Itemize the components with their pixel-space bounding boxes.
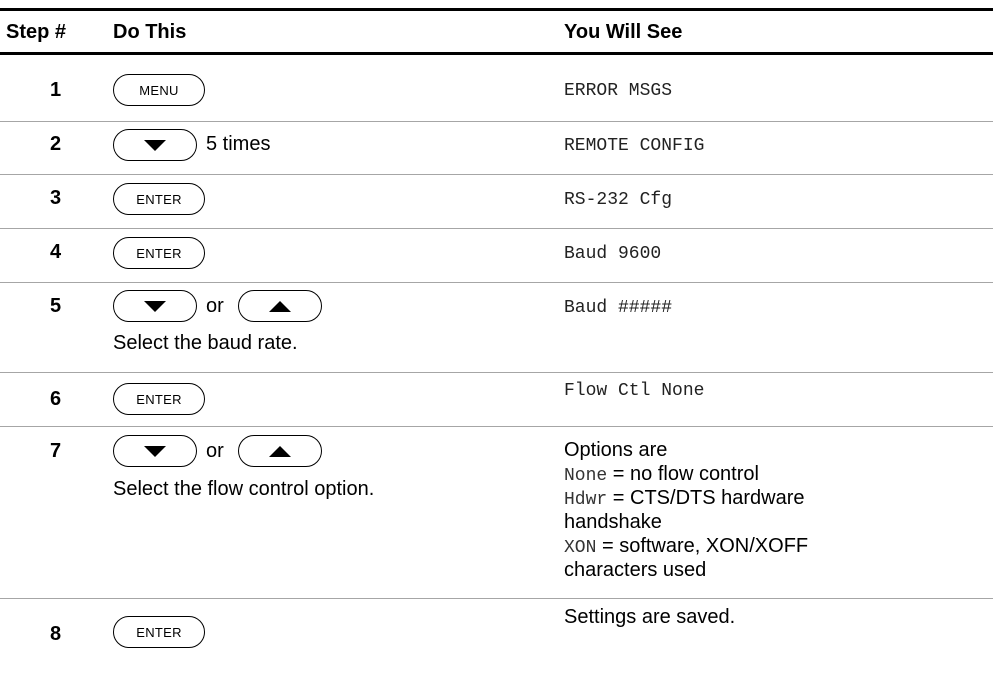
or-text: or — [206, 440, 224, 462]
enter-key-button[interactable]: ENTER — [113, 237, 205, 269]
down-arrow-key-button[interactable] — [113, 129, 197, 161]
menu-key-button[interactable]: MENU — [113, 74, 205, 106]
up-arrow-icon — [269, 300, 291, 312]
up-arrow-key-button[interactable] — [238, 290, 322, 322]
option-line: handshake — [564, 510, 662, 534]
option-code: XON — [564, 538, 597, 558]
repeat-count: 5 times — [206, 133, 271, 155]
step-number: 1 — [50, 79, 62, 101]
option-code: None — [564, 466, 608, 486]
row-divider — [0, 174, 993, 175]
instruction-text: Select the baud rate. — [113, 332, 298, 354]
option-line: XON = software, XON/XOFF — [564, 534, 808, 560]
step-number: 5 — [50, 295, 62, 317]
step-number: 2 — [50, 133, 62, 155]
down-arrow-key-button[interactable] — [113, 290, 197, 322]
row-divider — [0, 426, 993, 427]
table-top-rule — [0, 8, 993, 11]
option-desc: handshake — [564, 511, 662, 533]
down-arrow-icon — [144, 300, 166, 312]
down-arrow-icon — [144, 139, 166, 151]
row-divider — [0, 598, 993, 599]
step-number: 6 — [50, 388, 62, 410]
enter-key-button[interactable]: ENTER — [113, 183, 205, 215]
down-arrow-key-button[interactable] — [113, 435, 197, 467]
row-divider — [0, 121, 993, 122]
row-divider — [0, 282, 993, 283]
display-text: REMOTE CONFIG — [564, 136, 705, 156]
display-text: RS-232 Cfg — [564, 190, 673, 210]
row-divider — [0, 228, 993, 229]
display-text: Flow Ctl None — [564, 381, 705, 401]
up-arrow-icon — [269, 445, 291, 457]
display-text: Baud 9600 — [564, 244, 662, 264]
option-line: characters used — [564, 558, 706, 582]
or-text: or — [206, 295, 224, 317]
step-number: 4 — [50, 241, 62, 263]
option-code: Hdwr — [564, 490, 608, 510]
option-desc: = no flow control — [607, 463, 759, 485]
enter-key-button[interactable]: ENTER — [113, 383, 205, 415]
header-rule — [0, 52, 993, 55]
step-number: 7 — [50, 440, 62, 462]
display-text: Baud ##### — [564, 298, 673, 318]
down-arrow-icon — [144, 445, 166, 457]
step-number: 8 — [50, 623, 62, 645]
header-do-this: Do This — [113, 21, 187, 43]
row-divider — [0, 372, 993, 373]
option-desc: characters used — [564, 559, 707, 581]
header-step: Step # — [6, 21, 67, 43]
header-you-will-see: You Will See — [564, 21, 683, 43]
option-line: Hdwr = CTS/DTS hardware — [564, 486, 805, 512]
options-title: Options are — [564, 439, 668, 461]
instruction-text: Select the flow control option. — [113, 478, 375, 500]
option-desc: = software, XON/XOFF — [596, 535, 809, 557]
step-number: 3 — [50, 187, 62, 209]
up-arrow-key-button[interactable] — [238, 435, 322, 467]
option-line: None = no flow control — [564, 462, 759, 488]
option-desc: = CTS/DTS hardware — [607, 487, 805, 509]
display-text: ERROR MSGS — [564, 81, 673, 101]
display-text: Settings are saved. — [564, 606, 736, 628]
enter-key-button[interactable]: ENTER — [113, 616, 205, 648]
